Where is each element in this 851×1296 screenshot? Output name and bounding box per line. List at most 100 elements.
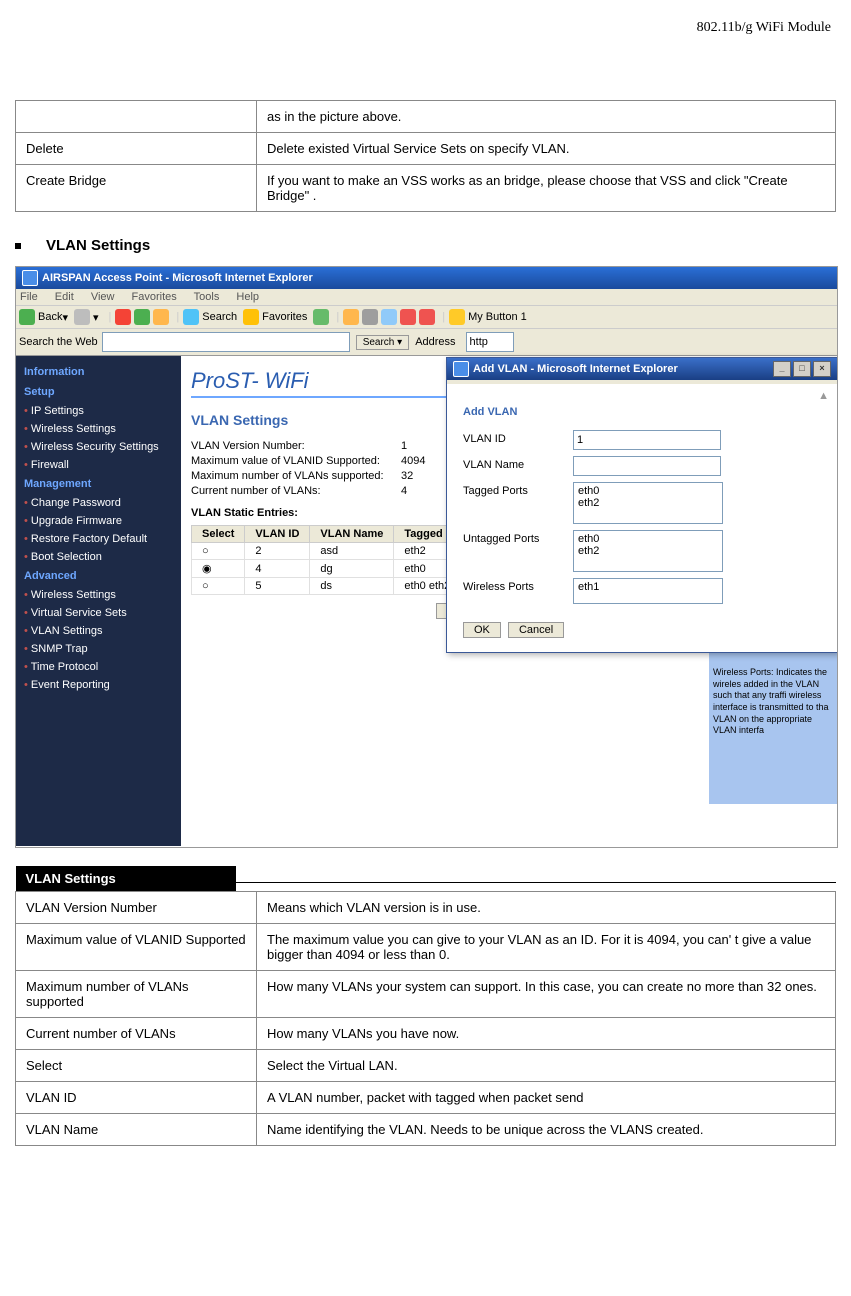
popup-titlebar[interactable]: Add VLAN - Microsoft Internet Explorer _… xyxy=(447,358,837,380)
search-icon xyxy=(183,309,199,325)
vlan-name-input[interactable] xyxy=(573,456,721,476)
forward-button[interactable]: ▾ xyxy=(74,309,99,325)
sidebar-item-vlan[interactable]: VLAN Settings xyxy=(16,622,181,640)
favorites-button[interactable]: Favorites xyxy=(243,309,307,325)
sidebar-item-restore[interactable]: Restore Factory Default xyxy=(16,530,181,548)
media-icon[interactable] xyxy=(313,309,329,325)
sidebar-item-password[interactable]: Change Password xyxy=(16,494,181,512)
sidebar-item-vss[interactable]: Virtual Service Sets xyxy=(16,604,181,622)
table-row[interactable]: ○ 5 ds eth0 eth2 xyxy=(192,578,485,595)
search-go-button[interactable]: Search ▾ xyxy=(356,335,410,350)
sidebar-item-snmp[interactable]: SNMP Trap xyxy=(16,640,181,658)
info-key: VLAN Version Number: xyxy=(191,440,401,452)
search-button[interactable]: Search xyxy=(183,309,237,325)
cancel-button[interactable]: Cancel xyxy=(508,622,564,638)
mybutton[interactable]: My Button 1 xyxy=(449,309,527,325)
cell-key: Maximum number of VLANs supported xyxy=(16,971,257,1018)
info-val: 1 xyxy=(401,440,407,452)
edit-icon[interactable] xyxy=(381,309,397,325)
info-key: Maximum value of VLANID Supported: xyxy=(191,455,401,467)
tagged-ports-label: Tagged Ports xyxy=(463,482,573,497)
sidebar-item-wireless[interactable]: Wireless Settings xyxy=(16,420,181,438)
sidebar-item-firewall[interactable]: Firewall xyxy=(16,456,181,474)
cell-key: Current number of VLANs xyxy=(16,1018,257,1050)
menu-help[interactable]: Help xyxy=(236,291,259,303)
table-row[interactable]: ○ 2 asd eth2 xyxy=(192,543,485,560)
table-row[interactable]: ◉ 4 dg eth0 xyxy=(192,560,485,578)
cell-desc: A VLAN number, packet with tagged when p… xyxy=(257,1082,836,1114)
vlan-id-label: VLAN ID xyxy=(463,430,573,445)
info-key: Maximum number of VLANs supported: xyxy=(191,470,401,482)
address-input[interactable] xyxy=(466,332,514,352)
sidebar-head-setup[interactable]: Setup xyxy=(16,382,181,402)
block-icon[interactable] xyxy=(400,309,416,325)
popup-heading: Add VLAN xyxy=(463,406,821,418)
vlan-entries-table: Select VLAN ID VLAN Name Tagged Ports ○ … xyxy=(191,525,485,595)
cell-desc: Delete existed Virtual Service Sets on s… xyxy=(257,133,836,165)
vlan-settings-desc-table: VLAN Settings VLAN Version NumberMeans w… xyxy=(15,866,836,1146)
menu-edit[interactable]: Edit xyxy=(55,291,74,303)
wireless-ports-list[interactable]: eth1 xyxy=(573,578,723,604)
ie-icon xyxy=(453,361,469,377)
ie-icon xyxy=(22,270,38,286)
print-icon[interactable] xyxy=(362,309,378,325)
sidebar-item-boot[interactable]: Boot Selection xyxy=(16,548,181,566)
address-bar: Search the Web Search ▾ Address xyxy=(16,329,837,356)
menu-file[interactable]: File xyxy=(20,291,38,303)
cell-key: VLAN Version Number xyxy=(16,892,257,924)
home-icon[interactable] xyxy=(153,309,169,325)
cell-desc: Name identifying the VLAN. Needs to be u… xyxy=(257,1114,836,1146)
close-icon[interactable]: × xyxy=(813,361,831,377)
radio-cell[interactable]: ○ xyxy=(192,578,245,595)
ok-button[interactable]: OK xyxy=(463,622,501,638)
back-icon xyxy=(19,309,35,325)
popup-icon[interactable] xyxy=(419,309,435,325)
cell-empty xyxy=(16,101,257,133)
forward-icon xyxy=(74,309,90,325)
sidebar-item-ip[interactable]: IP Settings xyxy=(16,402,181,420)
vlan-id-input[interactable] xyxy=(573,430,721,450)
untagged-ports-list[interactable]: eth0 eth2 xyxy=(573,530,723,572)
sidebar-item-time[interactable]: Time Protocol xyxy=(16,658,181,676)
sidebar-item-firmware[interactable]: Upgrade Firmware xyxy=(16,512,181,530)
cell-desc: The maximum value you can give to your V… xyxy=(257,924,836,971)
tagged-ports-list[interactable]: eth0 eth2 xyxy=(573,482,723,524)
sidebar-head-mgmt[interactable]: Management xyxy=(16,474,181,494)
menu-favorites[interactable]: Favorites xyxy=(132,291,177,303)
maximize-icon[interactable]: □ xyxy=(793,361,811,377)
th-vlanname: VLAN Name xyxy=(310,526,394,543)
scroll-up-icon[interactable]: ▲ xyxy=(463,390,829,402)
sidebar-item-security[interactable]: Wireless Security Settings xyxy=(16,438,181,456)
back-button[interactable]: Back ▾ xyxy=(19,309,68,325)
menu-tools[interactable]: Tools xyxy=(194,291,220,303)
star-icon xyxy=(243,309,259,325)
cell-desc: How many VLANs your system can support. … xyxy=(257,971,836,1018)
section-heading: VLAN Settings xyxy=(15,237,836,254)
radio-cell[interactable]: ○ xyxy=(192,543,245,560)
info-key: Current number of VLANs: xyxy=(191,485,401,497)
minimize-icon[interactable]: _ xyxy=(773,361,791,377)
refresh-icon[interactable] xyxy=(134,309,150,325)
wireless-ports-label: Wireless Ports xyxy=(463,578,573,593)
stop-icon[interactable] xyxy=(115,309,131,325)
mail-icon[interactable] xyxy=(343,309,359,325)
settings-head-label: VLAN Settings xyxy=(16,866,236,891)
sidebar-head-info[interactable]: Information xyxy=(16,362,181,382)
window-title: AIRSPAN Access Point - Microsoft Interne… xyxy=(42,272,313,284)
search-web-label: Search the Web xyxy=(19,336,98,348)
sidebar-nav: Information Setup IP Settings Wireless S… xyxy=(16,356,181,846)
info-val: 32 xyxy=(401,470,413,482)
radio-cell[interactable]: ◉ xyxy=(192,560,245,578)
menubar[interactable]: File Edit View Favorites Tools Help xyxy=(16,289,837,305)
cell-desc: as in the picture above. xyxy=(257,101,836,133)
info-val: 4 xyxy=(401,485,407,497)
cell-key: Select xyxy=(16,1050,257,1082)
bullet-icon xyxy=(15,243,21,249)
popup-title: Add VLAN - Microsoft Internet Explorer xyxy=(473,363,678,375)
sidebar-head-adv[interactable]: Advanced xyxy=(16,566,181,586)
menu-view[interactable]: View xyxy=(91,291,115,303)
sidebar-item-event[interactable]: Event Reporting xyxy=(16,676,181,694)
search-web-input[interactable] xyxy=(102,332,350,352)
sidebar-item-adv-wireless[interactable]: Wireless Settings xyxy=(16,586,181,604)
shield-icon xyxy=(449,309,465,325)
